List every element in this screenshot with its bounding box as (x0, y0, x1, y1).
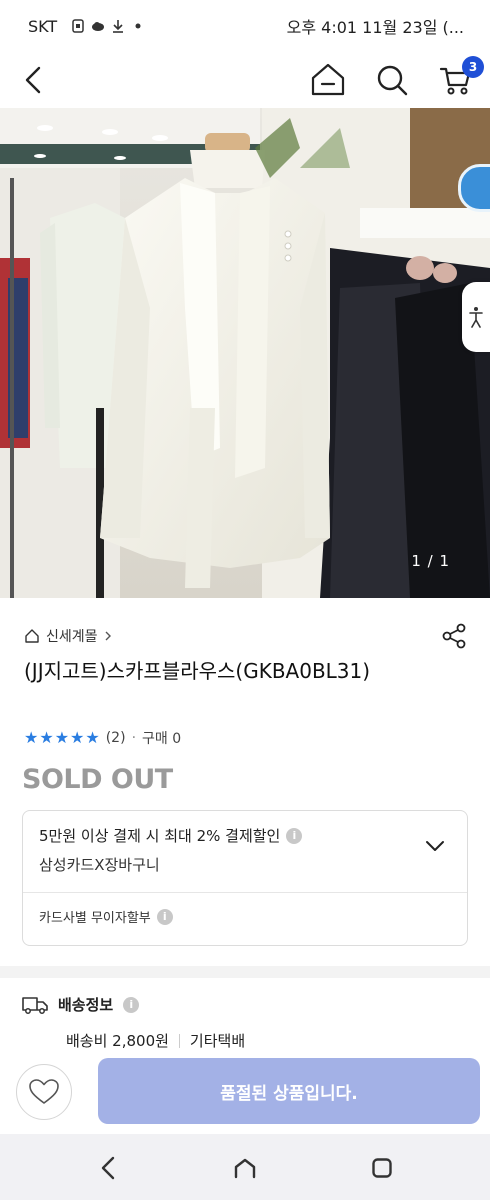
divider (178, 1033, 180, 1048)
breadcrumb-label[interactable]: 신세계몰 (46, 626, 98, 646)
system-home-icon (234, 1158, 256, 1179)
star-icon: ★ (24, 728, 39, 747)
product-photo (0, 108, 490, 598)
system-recents-icon (372, 1158, 392, 1178)
review-count[interactable]: (2) (106, 730, 126, 746)
system-recents-button[interactable] (362, 1148, 402, 1188)
accessibility-button[interactable] (462, 282, 490, 352)
back-button[interactable] (10, 52, 58, 108)
screenshot-icon (72, 19, 84, 33)
card-discount-row[interactable]: 5만원 이상 결제 시 최대 2% 결제할인 i 삼성카드X장바구니 (23, 811, 467, 893)
rating-row[interactable]: ★ ★ ★ ★ ★ (2) · 구매 0 (24, 728, 181, 748)
image-counter: 1 / 1 (411, 552, 450, 570)
cart-count-badge: 3 (462, 56, 484, 78)
star-icon: ★ (39, 728, 54, 747)
star-rating: ★ ★ ★ ★ ★ (24, 730, 100, 746)
installment-row[interactable]: 카드사별 무이자할부 i (23, 893, 467, 940)
wishlist-button[interactable] (16, 1064, 72, 1120)
time-date: 오후 4:01 11월 23일 (... (286, 18, 464, 37)
accessibility-icon (469, 307, 483, 328)
chevron-right-icon (105, 631, 111, 641)
benefit-box: 5만원 이상 결제 시 최대 2% 결제할인 i 삼성카드X장바구니 카드사별 … (22, 810, 468, 946)
delivery-heading: 배송정보 i (22, 994, 140, 1015)
courier-name: 기타택배 (189, 1032, 246, 1050)
delivery-detail: 배송비 2,800원 기타택배 (66, 1030, 245, 1051)
system-back-icon (101, 1156, 115, 1180)
delivery-fee: 배송비 2,800원 (66, 1032, 169, 1050)
system-nav-bar (0, 1134, 490, 1200)
heart-icon (29, 1079, 59, 1104)
cloud-icon (92, 22, 105, 31)
info-icon[interactable]: i (156, 908, 173, 925)
dot-icon (135, 23, 141, 29)
breadcrumb[interactable]: 신세계몰 (24, 626, 112, 646)
home-button[interactable] (304, 52, 352, 108)
share-button[interactable] (438, 620, 470, 652)
floating-promo-button[interactable] (458, 164, 490, 212)
bottom-action-bar: 품절된 상품입니다. (0, 1054, 490, 1134)
home-icon (311, 63, 345, 96)
search-icon (377, 65, 408, 96)
cart-button[interactable]: 3 (432, 52, 484, 108)
download-icon (113, 20, 124, 33)
sold-out-label: SOLD OUT (22, 764, 173, 795)
card-name: 삼성카드X장바구니 (39, 856, 160, 874)
status-bar: SKT 오후 4:01 11월 23일 (... (0, 0, 490, 52)
truck-icon (22, 996, 48, 1014)
soldout-button[interactable]: 품절된 상품입니다. (98, 1058, 480, 1124)
delivery-heading-text: 배송정보 (58, 996, 114, 1014)
system-home-button[interactable] (225, 1148, 265, 1188)
chevron-down-icon[interactable] (425, 839, 445, 853)
section-divider (0, 966, 490, 978)
share-icon (442, 623, 466, 649)
top-nav: 3 (0, 52, 490, 108)
star-icon: ★ (70, 728, 85, 747)
info-icon[interactable]: i (286, 827, 303, 844)
installment-text: 카드사별 무이자할부 (39, 911, 151, 926)
system-back-button[interactable] (88, 1148, 128, 1188)
info-icon[interactable]: i (123, 996, 140, 1013)
product-title: (JJ지고트)스카프블라우스(GKBA0BL31) (24, 659, 371, 683)
star-icon: ★ (54, 728, 70, 747)
back-arrow-icon (25, 66, 41, 94)
star-icon: ★ (85, 728, 100, 747)
home-small-icon (25, 629, 39, 643)
search-button[interactable] (368, 52, 416, 108)
purchase-count: 구매 0 (142, 731, 182, 747)
carrier-label: SKT (28, 16, 58, 36)
separator-dot: · (131, 730, 137, 746)
discount-text: 5만원 이상 결제 시 최대 2% 결제할인 (39, 827, 281, 845)
product-image[interactable]: 1 / 1 (0, 108, 490, 598)
